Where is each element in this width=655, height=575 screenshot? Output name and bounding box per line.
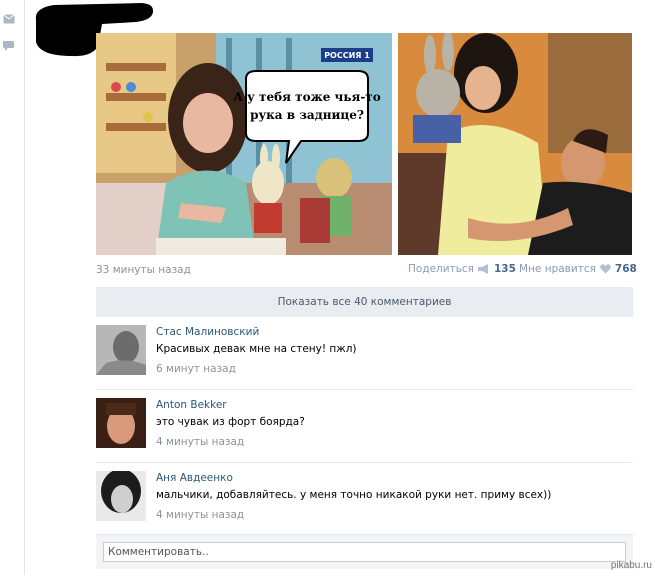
mail-icon[interactable]: [3, 14, 15, 24]
like-label: Мне нравится: [519, 263, 596, 275]
heart-icon: [600, 264, 611, 274]
post-photo-tv-show[interactable]: А у тебя тоже чья-то рука в заднице? РОС…: [96, 33, 392, 255]
share-megaphone-icon: [477, 264, 488, 274]
divider: [96, 462, 633, 463]
comment-text: это чувак из форт боярда?: [156, 416, 305, 428]
comment-time[interactable]: 4 минуты назад: [156, 436, 244, 448]
show-all-comments-button[interactable]: Показать все 40 комментариев: [96, 287, 633, 317]
share-label: Поделиться: [408, 263, 474, 275]
comment-icon[interactable]: [3, 41, 15, 51]
avatar[interactable]: [96, 398, 146, 448]
comment-author[interactable]: Стас Малиновский: [156, 326, 259, 338]
avatar[interactable]: [96, 325, 146, 375]
comment-time[interactable]: 4 минуты назад: [156, 509, 244, 521]
bubble-text-line2: рука в заднице?: [250, 108, 364, 122]
comment-time[interactable]: 6 минут назад: [156, 363, 236, 375]
reply-box: Комментировать..: [96, 534, 633, 569]
post-photo-backstage[interactable]: [398, 33, 632, 255]
comment-author[interactable]: Anton Bekker: [156, 399, 227, 411]
watermark: pikabu.ru: [610, 560, 652, 571]
comment-item: Стас Малиновский Красивых девак мне на с…: [96, 323, 633, 393]
comment-item: Anton Bekker это чувак из форт боярда? 4…: [96, 396, 633, 466]
bubble-text-line1: А у тебя тоже чья-то: [233, 90, 381, 104]
like-button[interactable]: Мне нравится 768: [519, 263, 637, 275]
share-count: 135: [493, 263, 516, 275]
left-rail: [0, 0, 25, 575]
comment-text: мальчики, добавляйтесь. у меня точно ник…: [156, 489, 552, 501]
like-count: 768: [614, 263, 637, 275]
post-timestamp[interactable]: 33 минуты назад: [96, 264, 191, 276]
channel-logo-text: РОССИЯ 1: [324, 51, 370, 60]
comment-text: Красивых девак мне на стену! пжл): [156, 343, 357, 355]
divider: [96, 389, 633, 390]
comment-input[interactable]: Комментировать..: [103, 542, 626, 562]
comment-author[interactable]: Аня Авдеенко: [156, 472, 233, 484]
comment-item: Аня Авдеенко мальчики, добавляйтесь. у м…: [96, 469, 633, 539]
share-button[interactable]: Поделиться 135: [408, 263, 516, 275]
avatar[interactable]: [96, 471, 146, 521]
